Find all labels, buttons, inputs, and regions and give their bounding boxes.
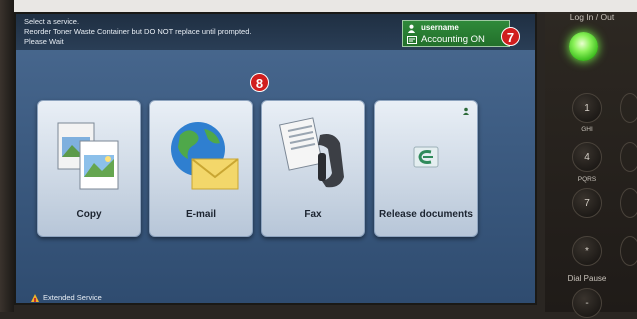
keypad-key-4[interactable]: 4 bbox=[572, 142, 602, 172]
user-name: username bbox=[421, 23, 459, 32]
user-account-button[interactable]: username Accounting ON bbox=[402, 20, 510, 47]
copy-button[interactable]: Copy bbox=[37, 100, 141, 237]
dial-pause-label: Dial Pause bbox=[567, 274, 607, 283]
accounting-icon bbox=[407, 36, 417, 44]
keypad-letters-pqrs: PQRS bbox=[577, 176, 597, 183]
keypad-key-partial[interactable] bbox=[620, 236, 637, 266]
copy-label: Copy bbox=[76, 209, 102, 220]
keypad-key-7[interactable]: 7 bbox=[572, 188, 602, 218]
fax-button[interactable]: Fax bbox=[261, 100, 365, 237]
touch-screen: Select a service. Reorder Toner Waste Co… bbox=[14, 12, 537, 305]
extended-service-icon bbox=[31, 294, 39, 302]
copy-icon bbox=[57, 122, 119, 190]
keypad-key-star[interactable]: * bbox=[572, 236, 602, 266]
user-icon bbox=[463, 107, 469, 115]
email-label: E-mail bbox=[185, 209, 216, 220]
login-logout-label: Log In / Out bbox=[569, 12, 615, 22]
status-message: Please Wait bbox=[24, 37, 64, 46]
accounting-status: Accounting ON bbox=[421, 34, 485, 45]
user-icon bbox=[407, 24, 416, 33]
keypad-key-partial[interactable] bbox=[620, 142, 637, 172]
status-message: Select a service. bbox=[24, 17, 80, 26]
keypad-key-1[interactable]: 1 bbox=[572, 93, 602, 123]
release-documents-icon bbox=[413, 146, 439, 168]
device-frame-left bbox=[0, 0, 14, 312]
extended-service-label: Extended Service bbox=[43, 293, 102, 302]
release-documents-label: Release documents bbox=[379, 209, 473, 220]
login-logout-button[interactable] bbox=[569, 32, 598, 61]
keypad-key-partial[interactable] bbox=[620, 93, 637, 123]
dial-pause-button[interactable]: - bbox=[572, 288, 602, 318]
callout-badge-8: 8 bbox=[250, 73, 269, 92]
fax-label: Fax bbox=[304, 209, 322, 220]
keypad-key-partial[interactable] bbox=[620, 188, 637, 218]
email-button[interactable]: E-mail bbox=[149, 100, 253, 237]
keypad-letters-ghi: GHI bbox=[581, 126, 593, 133]
status-message: Reorder Toner Waste Container but DO NOT… bbox=[24, 27, 252, 36]
device-frame-top bbox=[0, 0, 637, 12]
callout-badge-7: 7 bbox=[501, 27, 520, 46]
fax-icon bbox=[278, 117, 344, 188]
release-documents-button[interactable]: Release documents bbox=[374, 100, 478, 237]
email-icon bbox=[171, 122, 239, 190]
